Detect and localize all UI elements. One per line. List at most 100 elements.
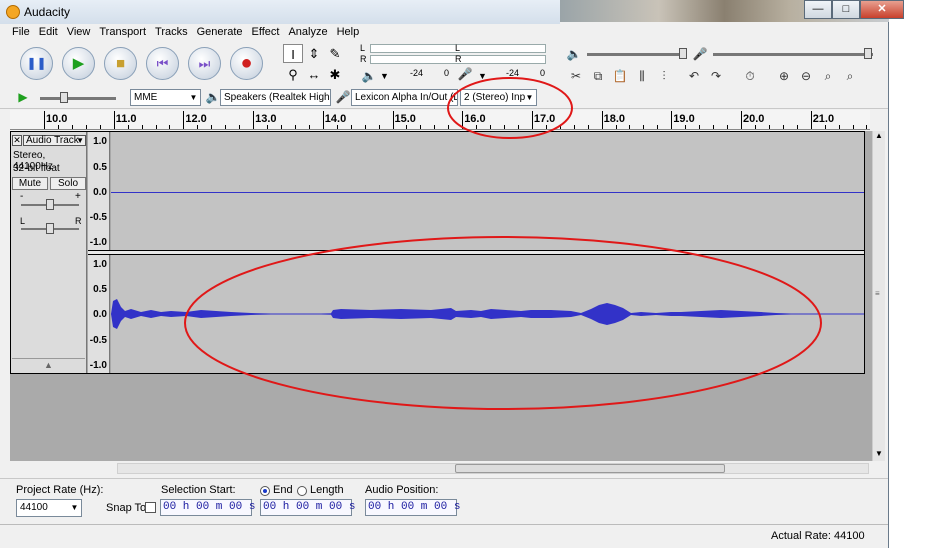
time-shift-tool[interactable]: ↔ [304,65,324,84]
track-area: ✕ Audio Track ▼ Stereo, 44100Hz 32-bit f… [10,131,872,461]
selection-start-label: Selection Start: [161,484,236,496]
menu-file[interactable]: File [8,24,35,41]
fit-selection-icon[interactable]: ⌕ [819,67,837,85]
output-volume-thumb[interactable] [679,48,687,59]
silence-icon[interactable]: ⫶ [655,67,673,85]
ruler-tick-mark [113,111,115,129]
end-radio[interactable] [260,486,270,496]
menu-tracks[interactable]: Tracks [151,24,193,41]
audio-position-time[interactable]: 00 h 00 m 00 s [365,499,460,516]
zoom-tool[interactable]: ⚲ [283,65,303,84]
input-channels-select[interactable]: 2 (Stereo) Inp ▼ [460,89,537,106]
ruler-tick-mark [280,125,282,129]
vertical-scrollbar[interactable]: ▲ ≡ ▼ [872,131,885,461]
skip-to-start-button[interactable]: ⏮ [146,47,179,80]
maximize-button[interactable]: □ [832,0,860,19]
track-bit-depth: 32-bit float [13,163,60,174]
play-speed-slider[interactable] [40,97,116,100]
menu-transport[interactable]: Transport [95,24,151,41]
pan-slider-thumb[interactable] [46,223,54,234]
output-device-select[interactable]: Speakers (Realtek High [220,89,331,106]
multi-tool[interactable]: ✱ [325,65,345,84]
envelope-tool[interactable]: ⇕ [304,44,324,63]
ruler-tick-mark [476,125,478,129]
chevron-down-icon: ▼ [76,136,84,145]
track-control-panel: ✕ Audio Track ▼ Stereo, 44100Hz 32-bit f… [11,132,87,373]
scale-label: -1.0 [89,237,107,248]
ruler-tick-mark [810,111,812,129]
record-meter-dropdown-icon[interactable]: ▼ [478,71,487,81]
input-volume-thumb[interactable] [864,48,872,59]
redo-icon[interactable]: ↷ [707,67,725,85]
pause-button[interactable]: ❚❚ [20,47,53,80]
record-icon: ● [240,52,253,74]
menu-analyze[interactable]: Analyze [284,24,332,41]
sync-lock-icon[interactable]: ⏱ [741,67,759,85]
ruler-tick-mark [531,111,533,129]
scale-label: -0.5 [89,335,107,346]
menu-effect[interactable]: Effect [248,24,285,41]
zoom-in-icon[interactable]: ⊕ [775,67,793,85]
meter-dropdown-icon[interactable]: ▼ [380,71,389,81]
play-at-speed-icon[interactable]: ▶ [14,88,32,106]
track-name-menu[interactable]: Audio Track ▼ [23,135,86,146]
paste-icon[interactable]: 📋 [611,67,629,85]
selection-end-time[interactable]: 00 h 00 m 00 s [260,499,355,516]
scroll-down-icon[interactable]: ▼ [875,449,883,458]
mute-button[interactable]: Mute [12,177,48,190]
play-speed-thumb[interactable] [60,92,68,103]
left-channel-waveform[interactable] [111,132,864,250]
length-label: Length [310,484,344,496]
copy-icon[interactable]: ⧉ [589,67,607,85]
menu-bar: File Edit View Transport Tracks Generate… [0,24,888,41]
horizontal-scrollbar[interactable] [117,463,869,474]
meter-scale-label: 0 [444,68,450,78]
menu-view[interactable]: View [63,24,96,41]
snap-to-label: Snap To [106,502,147,514]
solo-button[interactable]: Solo [50,177,86,190]
record-button[interactable]: ● [230,47,263,80]
length-radio[interactable] [297,486,307,496]
menu-edit[interactable]: Edit [35,24,63,41]
gain-slider-thumb[interactable] [46,199,54,210]
right-channel-waveform[interactable] [111,255,864,373]
minimize-button[interactable]: — [804,0,832,19]
project-rate-select[interactable]: 44100 ▼ [16,499,82,517]
input-device-select[interactable]: Lexicon Alpha In/Out (L [351,89,458,106]
track-close-button[interactable]: ✕ [12,135,22,146]
zoom-out-icon[interactable]: ⊖ [797,67,815,85]
horizontal-scroll-thumb[interactable] [455,464,725,473]
ruler-tick-label: 19.0 [673,113,695,125]
trim-icon[interactable]: ⫼ [633,67,651,85]
collapse-track-button[interactable]: ▲ [12,358,85,371]
ruler-tick-mark [782,125,784,129]
window-title: Audacity [24,5,71,19]
scale-label: 0.5 [93,284,107,295]
menu-help[interactable]: Help [333,24,365,41]
close-button[interactable]: ✕ [860,0,904,19]
output-volume-slider[interactable] [587,53,683,56]
menu-generate[interactable]: Generate [193,24,248,41]
fit-project-icon[interactable]: ⌕ [841,67,859,85]
stop-button[interactable]: ■ [104,47,137,80]
timeline-ruler[interactable]: 10.0 11.0 12.0 13.0 14.0 15.0 16.0 17.0 18.0 19.0… [10,110,870,130]
draw-tool[interactable]: ✎ [325,44,345,63]
ruler-tick-mark [685,125,687,129]
skip-to-end-button[interactable]: ⏭ [188,47,221,80]
ruler-tick-mark [71,125,73,129]
selection-start-time[interactable]: 00 h 00 m 00 s [160,499,255,516]
ruler-tick-mark [852,125,854,129]
cut-icon[interactable]: ✂ [567,67,585,85]
snap-to-checkbox[interactable] [145,502,156,513]
play-button[interactable]: ▶ [62,47,95,80]
selection-tool[interactable]: I [283,44,303,63]
ruler-tick-mark [85,125,87,129]
audio-host-select[interactable]: MME ▼ [130,89,201,106]
ruler-tick-label: 17.0 [533,113,556,125]
undo-icon[interactable]: ↶ [685,67,703,85]
output-device-value: Speakers (Realtek High [224,92,330,103]
ruler-tick-mark [44,111,45,129]
skip-end-icon: ⏭ [198,56,211,71]
input-volume-slider[interactable] [713,53,873,56]
scroll-up-icon[interactable]: ▲ [875,131,883,140]
